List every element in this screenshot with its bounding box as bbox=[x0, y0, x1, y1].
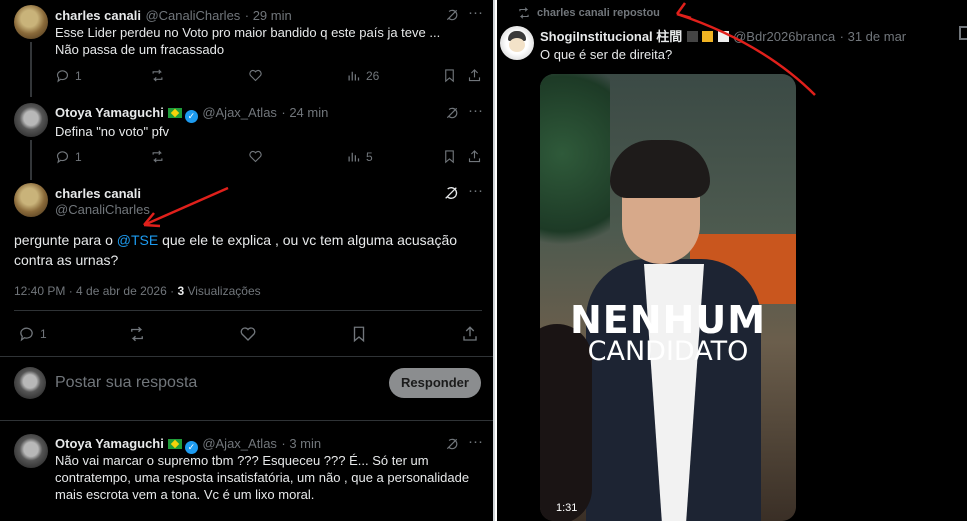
tweet-text: Não vai marcar o supremo tbm ??? Esquece… bbox=[55, 452, 469, 503]
share-icon[interactable] bbox=[461, 325, 479, 343]
views-icon bbox=[348, 71, 360, 81]
avatar[interactable] bbox=[500, 26, 534, 60]
tweet-text-line: Não vai marcar o supremo tbm ??? Esquece… bbox=[55, 453, 429, 468]
brazil-flag-icon bbox=[167, 439, 182, 449]
tweet-header: Otoya Yamaguchi ✓ @Ajax_Atlas · 24 min bbox=[55, 104, 328, 123]
repost-button[interactable] bbox=[150, 149, 165, 164]
divider bbox=[0, 420, 493, 421]
man-hair bbox=[610, 140, 710, 198]
views-label: Visualizações bbox=[184, 284, 261, 298]
reply-count: 1 bbox=[75, 149, 82, 164]
text-segment: pergunte para o bbox=[14, 232, 117, 248]
grok-icon[interactable] bbox=[445, 106, 459, 120]
more-icon[interactable]: ··· bbox=[468, 102, 483, 119]
text-segment: contra as urnas? bbox=[14, 252, 119, 268]
tweet-text-line: Esse Lider perdeu no Voto pro maior band… bbox=[55, 25, 441, 40]
author-name[interactable]: charles canali bbox=[55, 8, 141, 23]
grok-icon[interactable] bbox=[443, 185, 459, 201]
tweet-text: Defina "no voto" pfv bbox=[55, 124, 170, 139]
author-name[interactable]: Otoya Yamaguchi bbox=[55, 436, 164, 451]
avatar[interactable] bbox=[14, 434, 48, 468]
main-tweet-text: pergunte para o @TSE que ele te explica … bbox=[14, 230, 484, 270]
tweet-header: charles canali @CanaliCharles · 29 min bbox=[55, 7, 292, 25]
grok-icon[interactable] bbox=[959, 26, 967, 40]
reply-button[interactable]: 1 bbox=[55, 68, 82, 83]
heart-icon[interactable] bbox=[239, 325, 257, 343]
bookmark-icon[interactable] bbox=[442, 149, 457, 164]
like-button[interactable] bbox=[248, 68, 263, 83]
author-name[interactable]: Otoya Yamaguchi bbox=[55, 105, 164, 120]
tweet-time[interactable]: · 31 de mar bbox=[840, 29, 906, 44]
avatar-face bbox=[509, 38, 525, 52]
author-name[interactable]: ShogiInstitucional 柱間 bbox=[540, 29, 682, 44]
repost-icon bbox=[152, 69, 163, 82]
tweet-text-line: contratempo, uma resposta insatisfatória… bbox=[55, 470, 470, 485]
video-caption-line2: CANDIDATO bbox=[587, 336, 749, 367]
repost-icon[interactable] bbox=[128, 325, 146, 343]
reply-count: 1 bbox=[75, 68, 82, 83]
views-button[interactable]: 26 bbox=[346, 68, 379, 83]
annotation-arrow bbox=[143, 186, 229, 228]
reply-icon bbox=[56, 151, 68, 164]
reply-submit-button[interactable]: Responder bbox=[389, 368, 481, 398]
thread-line bbox=[30, 42, 32, 97]
repost-label[interactable]: charles canali repostou bbox=[537, 7, 660, 19]
avatar[interactable] bbox=[14, 367, 46, 399]
avatar[interactable] bbox=[14, 5, 48, 39]
plant-background bbox=[540, 74, 610, 274]
avatar[interactable] bbox=[14, 183, 48, 217]
verified-badge-icon: ✓ bbox=[184, 110, 198, 123]
heart-icon bbox=[249, 150, 262, 163]
left-thread-panel: charles canali @CanaliCharles · 29 min ·… bbox=[0, 0, 495, 521]
author-name-text: charles canali bbox=[55, 186, 141, 201]
tweet-time[interactable]: · 29 min bbox=[245, 8, 292, 23]
share-icon[interactable] bbox=[467, 149, 482, 164]
tweet-meta: 12:40 PM · 4 de abr de 2026 · 3 Visualiz… bbox=[14, 284, 261, 298]
tweet-text: Esse Lider perdeu no Voto pro maior band… bbox=[55, 24, 440, 58]
tweet-time[interactable]: · 3 min bbox=[281, 436, 321, 451]
repost-button[interactable] bbox=[150, 68, 165, 83]
bookmark-icon[interactable] bbox=[442, 68, 457, 83]
repost-icon bbox=[152, 150, 163, 163]
author-name[interactable]: charles canali bbox=[55, 185, 141, 203]
author-handle[interactable]: @CanaliCharles bbox=[145, 8, 240, 23]
grok-icon[interactable] bbox=[445, 437, 459, 451]
more-icon[interactable]: ··· bbox=[468, 433, 483, 450]
author-handle[interactable]: @Ajax_Atlas bbox=[202, 436, 277, 451]
divider bbox=[14, 310, 482, 311]
more-icon[interactable]: ··· bbox=[468, 182, 483, 199]
tweet-time[interactable]: · 24 min bbox=[281, 105, 328, 120]
video-player[interactable]: NENHUM CANDIDATO 1:31 bbox=[540, 74, 796, 521]
tweet-text-line: Não passa de um fracassado bbox=[55, 42, 225, 57]
reply-icon bbox=[56, 70, 68, 83]
right-repost-panel: charles canali repostou ShogiInstitucion… bbox=[497, 0, 967, 521]
like-button[interactable] bbox=[248, 149, 263, 164]
tweet-text: O que é ser de direita? bbox=[540, 47, 673, 62]
tweet-text-line: mais escrota vem a tona. Vc é um lixo mo… bbox=[55, 487, 315, 502]
heart-icon bbox=[249, 69, 262, 82]
views-button[interactable]: 5 bbox=[346, 149, 373, 164]
bookmark-icon[interactable] bbox=[350, 325, 368, 343]
thread-line bbox=[30, 140, 32, 180]
repost-icon bbox=[519, 7, 529, 19]
reply-input[interactable]: Postar sua resposta bbox=[55, 374, 197, 392]
divider bbox=[0, 356, 493, 357]
video-duration: 1:31 bbox=[556, 502, 578, 514]
reply-count: 1 bbox=[40, 326, 47, 341]
views-icon bbox=[348, 152, 360, 162]
annotation-arrow bbox=[675, 2, 816, 96]
more-icon[interactable]: ··· bbox=[468, 4, 483, 21]
views-count: 5 bbox=[366, 149, 373, 164]
reply-button[interactable]: 1 bbox=[55, 149, 82, 164]
reply-button[interactable]: 1 bbox=[18, 325, 47, 342]
author-handle[interactable]: @Ajax_Atlas bbox=[202, 105, 277, 120]
grok-icon[interactable] bbox=[445, 8, 459, 22]
timestamp[interactable]: 12:40 PM · 4 de abr de 2026 · bbox=[14, 284, 177, 298]
reply-icon bbox=[20, 327, 33, 342]
repost-indicator: charles canali repostou bbox=[517, 6, 660, 20]
share-icon[interactable] bbox=[467, 68, 482, 83]
brazil-flag-icon bbox=[167, 108, 182, 118]
avatar[interactable] bbox=[14, 103, 48, 137]
views-count: 26 bbox=[366, 68, 380, 83]
